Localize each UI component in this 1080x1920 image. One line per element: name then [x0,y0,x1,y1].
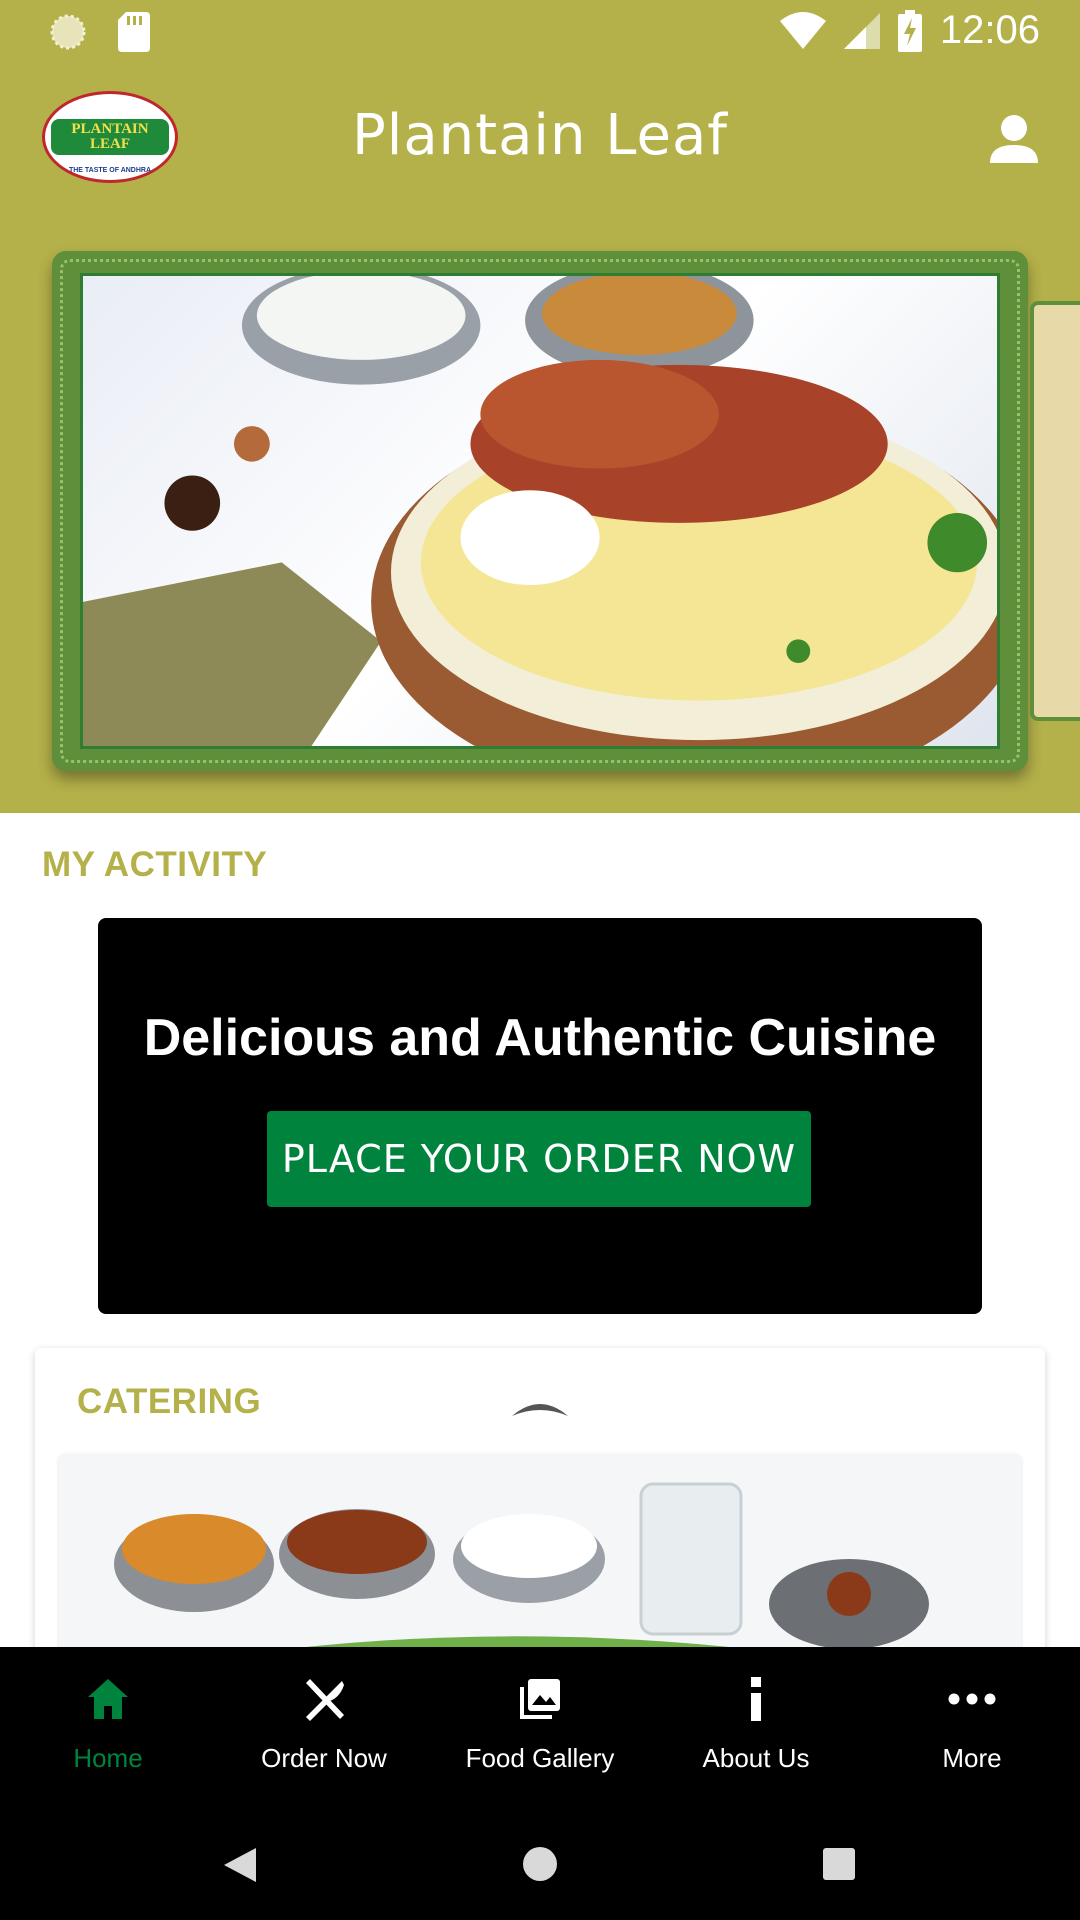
recents-icon[interactable] [822,1847,856,1881]
info-icon [751,1677,761,1721]
nav-item-home[interactable]: Home [0,1647,216,1810]
promo-title: Delicious and Authentic Cuisine [143,1009,937,1067]
nav-item-food-gallery[interactable]: Food Gallery [432,1647,648,1810]
hero-carousel[interactable] [0,213,1080,813]
status-time: 12:06 [939,8,1040,52]
sd-card-icon [118,12,150,52]
catering-heading: CATERING [77,1382,262,1421]
my-activity-heading: MY ACTIVITY [42,845,268,884]
loading-indicator-icon [50,14,86,50]
nav-label-food-gallery: Food Gallery [465,1743,615,1773]
nav-label-home: Home [73,1743,143,1773]
nav-label-more: More [942,1743,1002,1773]
logo-tagline: THE TASTE OF ANDHRA [68,167,152,174]
nav-item-order-now[interactable]: Order Now [216,1647,432,1810]
more-dots-icon [948,1693,996,1705]
place-order-button[interactable]: PLACE YOUR ORDER NOW [267,1111,811,1207]
hero-next-card-peek[interactable] [1030,301,1080,721]
nav-label-order-now: Order Now [261,1743,387,1773]
app-bar: PLANTAIN LEAF THE TASTE OF ANDHRA Planta… [0,63,1080,213]
fork-knife-icon [306,1679,344,1721]
battery-charging-icon [897,9,922,52]
nav-label-about-us: About Us [702,1743,810,1773]
gallery-icon [520,1679,560,1719]
nav-item-about-us[interactable]: About Us [648,1647,864,1810]
home-circle-icon[interactable] [522,1846,558,1882]
back-icon[interactable] [222,1846,258,1884]
wifi-icon [779,11,826,49]
app-title: Plantain Leaf [352,103,728,168]
hero-banner-card[interactable] [52,251,1028,771]
home-icon [88,1679,128,1719]
hero-biryani-image [80,273,1000,749]
profile-icon[interactable] [986,111,1042,167]
chevron-up-icon[interactable] [510,1398,570,1418]
bottom-navigation: Home Order Now Food Gallery About Us Mor… [0,1647,1080,1810]
system-navigation-bar [0,1810,1080,1920]
status-bar: 12:06 [0,0,1080,63]
cell-signal-icon [843,12,880,49]
promo-card: Delicious and Authentic Cuisine PLACE YO… [98,918,982,1314]
nav-item-more[interactable]: More [864,1647,1080,1810]
